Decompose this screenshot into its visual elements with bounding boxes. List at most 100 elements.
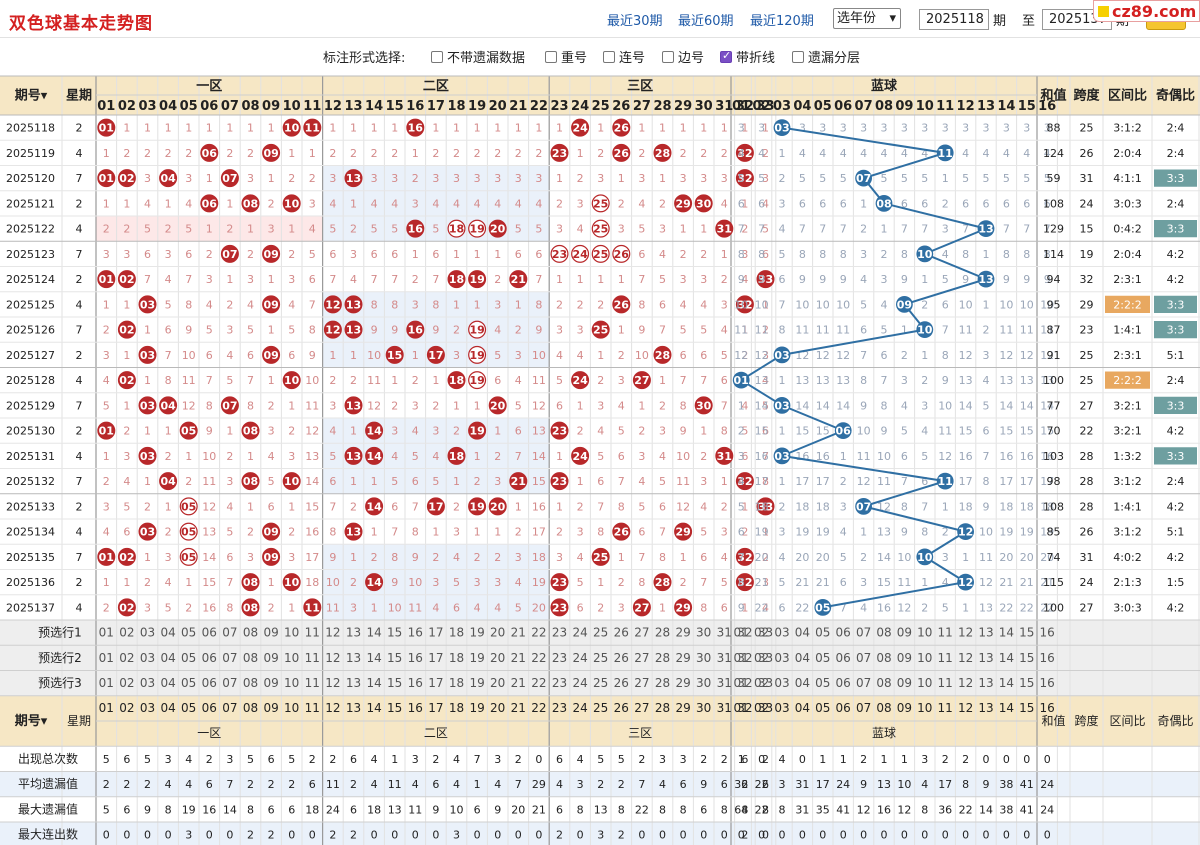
preselect-red-number[interactable]: 24 <box>572 626 587 640</box>
preselect-blue-number[interactable]: 02 <box>754 651 769 665</box>
preselect-blue-number[interactable]: 15 <box>1019 626 1034 640</box>
preselect-blue-number[interactable]: 05 <box>815 626 830 640</box>
preselect-red-number[interactable]: 31 <box>717 651 732 665</box>
preselect-blue-number[interactable]: 04 <box>795 626 810 640</box>
preselect-blue-number[interactable]: 11 <box>938 676 953 690</box>
preselect-blue-number[interactable]: 13 <box>978 651 993 665</box>
preselect-red-number[interactable]: 23 <box>552 676 567 690</box>
preselect-blue-number[interactable]: 04 <box>795 676 810 690</box>
preselect-red-number[interactable]: 27 <box>634 651 649 665</box>
preselect-blue-number[interactable]: 02 <box>754 626 769 640</box>
preselect-red-number[interactable]: 04 <box>160 676 175 690</box>
preselect-red-number[interactable]: 07 <box>222 676 237 690</box>
preselect-red-number[interactable]: 15 <box>387 676 402 690</box>
preselect-red-number[interactable]: 26 <box>614 676 629 690</box>
preselect-red-number[interactable]: 02 <box>119 626 134 640</box>
preselect-red-number[interactable]: 25 <box>593 651 608 665</box>
preselect-blue-number[interactable]: 07 <box>856 651 871 665</box>
preselect-blue-number[interactable]: 16 <box>1040 626 1055 640</box>
preselect-red-number[interactable]: 20 <box>490 676 505 690</box>
preselect-red-number[interactable]: 06 <box>202 676 217 690</box>
preselect-red-number[interactable]: 14 <box>366 676 381 690</box>
preselect-blue-number[interactable]: 08 <box>876 651 891 665</box>
preselect-blue-number[interactable]: 11 <box>938 626 953 640</box>
preselect-red-number[interactable]: 09 <box>263 651 278 665</box>
preselect-red-number[interactable]: 22 <box>531 651 546 665</box>
preselect-blue-number[interactable]: 01 <box>734 676 749 690</box>
preselect-red-number[interactable]: 15 <box>387 626 402 640</box>
preselect-red-number[interactable]: 12 <box>325 626 340 640</box>
preselect-red-number[interactable]: 25 <box>593 626 608 640</box>
preselect-red-number[interactable]: 05 <box>181 676 196 690</box>
preselect-blue-number[interactable]: 16 <box>1040 676 1055 690</box>
preselect-red-number[interactable]: 30 <box>696 626 711 640</box>
preselect-red-number[interactable]: 18 <box>449 676 464 690</box>
preselect-red-number[interactable]: 22 <box>531 676 546 690</box>
preselect-red-number[interactable]: 24 <box>572 676 587 690</box>
preselect-blue-number[interactable]: 03 <box>774 676 789 690</box>
preselect-red-number[interactable]: 01 <box>99 676 114 690</box>
preselect-red-number[interactable]: 26 <box>614 651 629 665</box>
preselect-red-number[interactable]: 20 <box>490 651 505 665</box>
preselect-red-number[interactable]: 29 <box>675 676 690 690</box>
preselect-blue-number[interactable]: 09 <box>897 626 912 640</box>
preselect-red-number[interactable]: 19 <box>469 651 484 665</box>
preselect-blue-number[interactable]: 07 <box>856 626 871 640</box>
preselect-blue-number[interactable]: 08 <box>876 676 891 690</box>
preselect-red-number[interactable]: 04 <box>160 651 175 665</box>
preselect-blue-number[interactable]: 09 <box>897 651 912 665</box>
preselect-red-number[interactable]: 21 <box>511 626 526 640</box>
preselect-blue-number[interactable]: 09 <box>897 676 912 690</box>
preselect-red-number[interactable]: 13 <box>346 651 361 665</box>
preselect-blue-number[interactable]: 01 <box>734 651 749 665</box>
preselect-blue-number[interactable]: 06 <box>836 651 851 665</box>
preselect-red-number[interactable]: 16 <box>408 651 423 665</box>
preselect-blue-number[interactable]: 14 <box>999 651 1014 665</box>
preselect-red-number[interactable]: 11 <box>305 651 320 665</box>
preselect-red-number[interactable]: 06 <box>202 651 217 665</box>
preselect-red-number[interactable]: 31 <box>717 626 732 640</box>
preselect-blue-number[interactable]: 15 <box>1019 651 1034 665</box>
preselect-red-number[interactable]: 28 <box>655 626 670 640</box>
preselect-red-number[interactable]: 12 <box>325 651 340 665</box>
preselect-red-number[interactable]: 26 <box>614 626 629 640</box>
preselect-red-number[interactable]: 11 <box>305 626 320 640</box>
preselect-blue-number[interactable]: 15 <box>1019 676 1034 690</box>
preselect-blue-number[interactable]: 02 <box>754 676 769 690</box>
preselect-blue-number[interactable]: 12 <box>958 626 973 640</box>
preselect-red-number[interactable]: 14 <box>366 651 381 665</box>
preselect-red-number[interactable]: 12 <box>325 676 340 690</box>
preselect-blue-number[interactable]: 10 <box>917 626 932 640</box>
preselect-red-number[interactable]: 30 <box>696 651 711 665</box>
preselect-red-number[interactable]: 10 <box>284 651 299 665</box>
preselect-red-number[interactable]: 01 <box>99 626 114 640</box>
preselect-red-number[interactable]: 09 <box>263 676 278 690</box>
preselect-blue-number[interactable]: 06 <box>836 676 851 690</box>
preselect-blue-number[interactable]: 03 <box>774 651 789 665</box>
preselect-red-number[interactable]: 18 <box>449 626 464 640</box>
preselect-red-number[interactable]: 03 <box>140 651 155 665</box>
preselect-red-number[interactable]: 31 <box>717 676 732 690</box>
preselect-red-number[interactable]: 29 <box>675 626 690 640</box>
preselect-blue-number[interactable]: 13 <box>978 626 993 640</box>
preselect-blue-number[interactable]: 01 <box>734 626 749 640</box>
preselect-red-number[interactable]: 18 <box>449 651 464 665</box>
preselect-red-number[interactable]: 11 <box>305 676 320 690</box>
preselect-red-number[interactable]: 08 <box>243 676 258 690</box>
preselect-blue-number[interactable]: 07 <box>856 676 871 690</box>
preselect-blue-number[interactable]: 05 <box>815 651 830 665</box>
preselect-red-number[interactable]: 17 <box>428 676 443 690</box>
preselect-red-number[interactable]: 16 <box>408 676 423 690</box>
preselect-red-number[interactable]: 23 <box>552 626 567 640</box>
preselect-red-number[interactable]: 22 <box>531 626 546 640</box>
preselect-red-number[interactable]: 09 <box>263 626 278 640</box>
preselect-red-number[interactable]: 07 <box>222 626 237 640</box>
preselect-red-number[interactable]: 02 <box>119 651 134 665</box>
preselect-red-number[interactable]: 24 <box>572 651 587 665</box>
preselect-red-number[interactable]: 03 <box>140 626 155 640</box>
preselect-red-number[interactable]: 08 <box>243 651 258 665</box>
preselect-blue-number[interactable]: 10 <box>917 676 932 690</box>
preselect-red-number[interactable]: 17 <box>428 626 443 640</box>
preselect-blue-number[interactable]: 10 <box>917 651 932 665</box>
preselect-red-number[interactable]: 25 <box>593 676 608 690</box>
